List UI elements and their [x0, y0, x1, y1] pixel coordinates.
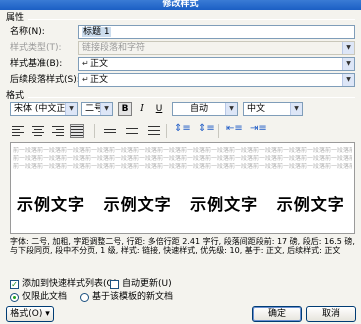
align-left-icon[interactable] [12, 126, 24, 136]
format-menu-button[interactable]: 格式(O) ▾ [6, 306, 54, 322]
chevron-down-icon: ▼ [225, 103, 237, 115]
sample-text: 示例文字 示例文字 示例文字 示例文字 [17, 195, 345, 214]
next-style-select[interactable]: ↵正文 ▼ [78, 73, 355, 87]
next-style-value: 正文 [90, 75, 109, 85]
format-heading: 格式 [6, 91, 25, 101]
properties-heading: 属性 [6, 13, 25, 23]
justify-icon [71, 126, 83, 136]
previous-paragraph-line: 前一段落前一段落前一段落前一段落前一段落前一段落前一段落前一段落前一段落前一段落… [13, 155, 352, 162]
style-type-value: 链接段落和字符 [82, 43, 146, 53]
underline-button[interactable]: U [152, 102, 166, 116]
font-select[interactable]: 宋体 (中文正文 ▼ [10, 102, 78, 116]
paragraph-mark-icon: ↵ [82, 75, 89, 84]
auto-update-checkbox[interactable] [110, 280, 119, 289]
increase-spacing-before-icon[interactable]: ⇕≡ [174, 123, 191, 134]
paragraph-mark-icon: ↵ [82, 59, 89, 68]
name-label: 名称(N): [10, 27, 45, 37]
chevron-down-icon: ▼ [342, 74, 354, 86]
auto-update-label: 自动更新(U) [122, 279, 172, 289]
decrease-indent-icon[interactable]: ⇤≡ [226, 123, 243, 134]
cancel-button[interactable]: 取消 [306, 306, 356, 322]
previous-paragraph-line: 前一段落前一段落前一段落前一段落前一段落前一段落前一段落前一段落前一段落前一段落… [13, 163, 352, 170]
new-docs-template-label: 基于该模板的新文档 [92, 292, 174, 302]
add-quick-style-checkbox[interactable]: ✓ [10, 280, 19, 289]
window-title: 修改样式 [162, 0, 199, 9]
single-spacing-icon[interactable] [104, 126, 116, 136]
font-color-value: 自动 [190, 104, 209, 114]
language-value: 中文 [247, 104, 266, 114]
one-half-spacing-icon[interactable] [126, 126, 138, 136]
chevron-down-icon: ▼ [100, 103, 112, 115]
previous-paragraph-line: 前一段落前一段落前一段落前一段落前一段落前一段落前一段落前一段落前一段落前一段落… [13, 147, 352, 154]
chevron-down-icon: ▼ [290, 103, 302, 115]
font-size-select[interactable]: 二号 ▼ [81, 102, 113, 116]
style-description: 字体: 二号, 加粗, 字距调整二号, 行距: 多倍行距 2.41 字行, 段落… [10, 237, 355, 255]
title-bar: 修改样式 [0, 0, 361, 10]
new-docs-template-radio[interactable] [80, 293, 89, 302]
properties-divider [28, 19, 355, 20]
style-type-label: 样式类型(T): [10, 43, 62, 53]
justify-button[interactable] [70, 124, 84, 138]
name-value: 标题 1 [82, 27, 111, 37]
only-this-doc-radio[interactable] [10, 293, 19, 302]
based-on-select[interactable]: ↵正文 ▼ [78, 57, 355, 71]
format-divider [28, 97, 355, 98]
based-on-label: 样式基准(B): [10, 59, 63, 69]
style-type-select[interactable]: 链接段落和字符 ▼ [78, 41, 355, 55]
name-input[interactable]: 标题 1 [78, 25, 355, 39]
align-center-icon[interactable] [32, 126, 44, 136]
toolbar-separator [218, 124, 219, 138]
chevron-down-icon: ▼ [65, 103, 77, 115]
toolbar-separator [94, 124, 95, 138]
font-color-select[interactable]: 自动 ▼ [172, 102, 238, 116]
style-preview-pane: 前一段落前一段落前一段落前一段落前一段落前一段落前一段落前一段落前一段落前一段落… [10, 142, 355, 234]
ok-button[interactable]: 确定 [252, 306, 302, 322]
next-style-label: 后续段落样式(S): [10, 75, 80, 85]
add-quick-style-label: 添加到快速样式列表(Q) [22, 279, 118, 289]
bold-button[interactable]: B [118, 102, 132, 116]
chevron-down-icon: ▼ [342, 58, 354, 70]
decrease-spacing-before-icon[interactable]: ⇕≡ [198, 123, 215, 134]
increase-indent-icon[interactable]: ⇥≡ [250, 123, 267, 134]
only-this-doc-label: 仅限此文档 [22, 292, 68, 302]
toolbar-separator [166, 124, 167, 138]
language-select[interactable]: 中文 ▼ [243, 102, 303, 116]
based-on-value: 正文 [90, 59, 109, 69]
align-right-icon[interactable] [52, 126, 64, 136]
chevron-down-icon: ▼ [342, 42, 354, 54]
double-spacing-icon[interactable] [148, 126, 160, 136]
italic-button[interactable]: I [135, 102, 149, 116]
